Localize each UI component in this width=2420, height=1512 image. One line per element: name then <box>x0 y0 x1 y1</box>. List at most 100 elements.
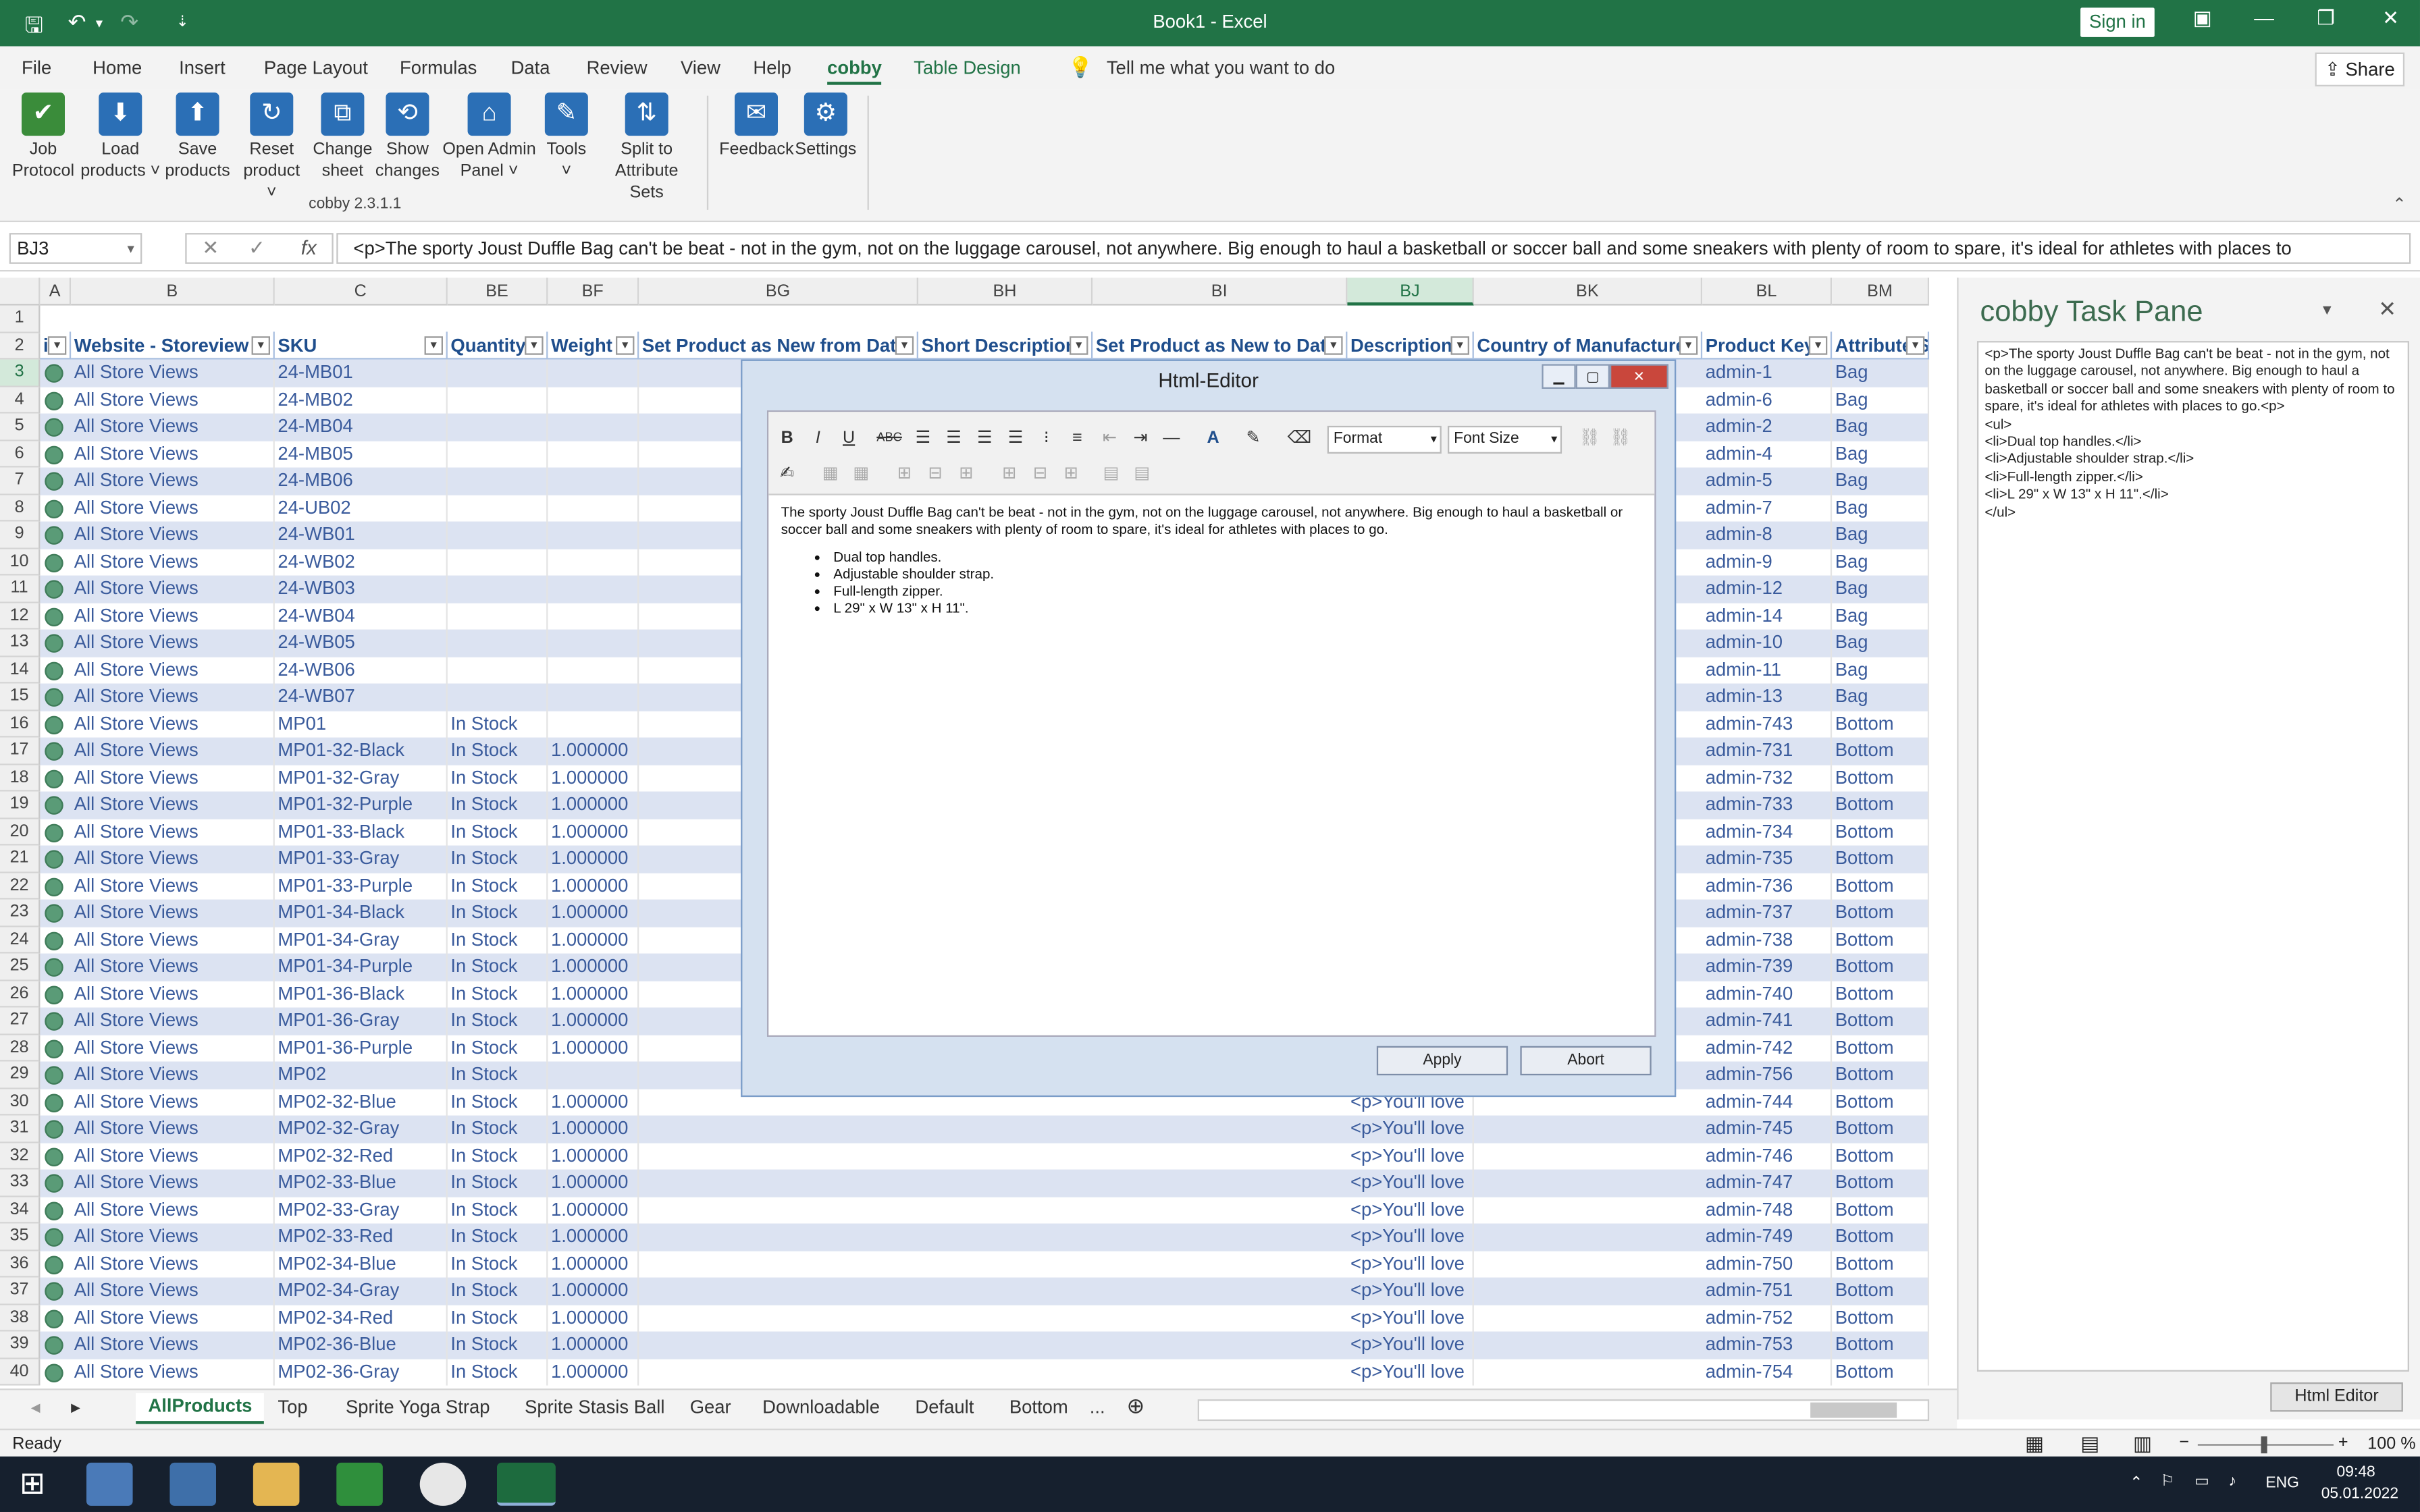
cell-attr[interactable]: Bag <box>1832 656 1930 684</box>
tray-expand-icon[interactable]: ⌃ <box>2130 1475 2142 1492</box>
save-products-button[interactable]: ⬆ Save products <box>162 92 233 182</box>
cell-attr[interactable]: Bottom <box>1832 845 1930 873</box>
cell-store[interactable]: All Store Views <box>71 1034 275 1062</box>
cell-weight[interactable] <box>548 602 639 630</box>
status-dot-icon[interactable] <box>45 553 63 572</box>
cell-qty[interactable] <box>448 467 548 495</box>
cell-weight[interactable]: 1.000000 <box>548 1331 639 1359</box>
cell-sku[interactable]: MP01-34-Black <box>275 899 448 927</box>
cell-attr[interactable]: Bottom <box>1832 899 1930 927</box>
cell-weight[interactable]: 1.000000 <box>548 1250 639 1278</box>
row-header[interactable]: 14 <box>0 656 41 684</box>
cell-attr[interactable]: Bag <box>1832 386 1930 414</box>
cell-attr[interactable]: Bag <box>1832 629 1930 657</box>
cell-store[interactable]: All Store Views <box>71 602 275 630</box>
cell-sku[interactable]: 24-WB01 <box>275 521 448 549</box>
cell-qty[interactable]: In Stock <box>448 1115 548 1143</box>
clock-time[interactable]: 09:48 <box>2337 1464 2375 1481</box>
status-dot-icon[interactable] <box>45 1039 63 1058</box>
cell-weight[interactable]: 1.000000 <box>548 1169 639 1197</box>
status-dot-icon[interactable] <box>45 904 63 923</box>
row-header[interactable]: 9 <box>0 521 41 549</box>
row-header[interactable]: 39 <box>0 1331 41 1359</box>
cell-store[interactable]: All Store Views <box>71 1304 275 1332</box>
cell-weight[interactable]: 1.000000 <box>548 1277 639 1305</box>
status-dot-icon[interactable] <box>45 742 63 761</box>
cell-sku[interactable]: MP01-36-Black <box>275 980 448 1008</box>
sheet-tab-allproducts[interactable]: AllProducts <box>136 1393 265 1424</box>
cell-weight[interactable] <box>548 440 639 468</box>
table-header-cell[interactable]: Product Key ▾ <box>1702 331 1833 360</box>
cell-store[interactable]: All Store Views <box>71 1169 275 1197</box>
cell-sku[interactable]: MP01-33-Gray <box>275 845 448 873</box>
cell-qty[interactable] <box>448 440 548 468</box>
collapse-ribbon-icon[interactable]: ⌃ <box>2392 194 2406 214</box>
cell-store[interactable]: All Store Views <box>71 575 275 603</box>
horizontal-scrollbar[interactable] <box>1197 1399 1930 1422</box>
cell-store[interactable]: All Store Views <box>71 359 275 387</box>
tools-button[interactable]: ✎ Tools ˅ <box>537 92 596 182</box>
cell-sku[interactable]: 24-WB03 <box>275 575 448 603</box>
split-attribute-sets-button[interactable]: ⇅ Split to Attribute Sets <box>602 92 691 204</box>
cell-weight[interactable] <box>548 710 639 738</box>
filter-dropdown-icon[interactable]: ▾ <box>1069 336 1088 355</box>
tab-formulas[interactable]: Formulas <box>400 57 477 79</box>
status-dot-icon[interactable] <box>45 688 63 707</box>
cell-weight[interactable] <box>548 521 639 549</box>
cell-sku[interactable]: MP02-32-Blue <box>275 1088 448 1116</box>
tab-cobby[interactable]: cobby <box>827 57 882 85</box>
cell-weight[interactable] <box>548 494 639 522</box>
cell-sku[interactable]: 24-MB05 <box>275 440 448 468</box>
cell-attr[interactable]: Bag <box>1832 413 1930 441</box>
cell-qty[interactable]: In Stock <box>448 1304 548 1332</box>
cell-key[interactable]: admin-734 <box>1702 818 1833 846</box>
font-color-icon[interactable]: A <box>1201 426 1226 451</box>
cell-qty[interactable] <box>448 548 548 576</box>
status-dot-icon[interactable] <box>45 526 63 545</box>
file-explorer-icon[interactable] <box>253 1462 300 1506</box>
cell-qty[interactable]: In Stock <box>448 764 548 792</box>
cell-sku[interactable]: 24-WB04 <box>275 602 448 630</box>
status-dot-icon[interactable] <box>45 607 63 626</box>
cell-store[interactable]: All Store Views <box>71 656 275 684</box>
filter-dropdown-icon[interactable]: ▾ <box>525 336 544 355</box>
cell-weight[interactable]: 1.000000 <box>548 872 639 900</box>
sheet-tab-sprite-yoga-strap[interactable]: Sprite Yoga Strap <box>346 1397 490 1418</box>
row-header[interactable]: 13 <box>0 629 41 657</box>
format-select[interactable]: Format ▾ <box>1327 425 1442 454</box>
cell-key[interactable]: admin-753 <box>1702 1331 1833 1359</box>
column-header-bm[interactable]: BM <box>1832 277 1930 306</box>
cell-key[interactable]: admin-737 <box>1702 899 1833 927</box>
cell-attr[interactable]: Bag <box>1832 494 1930 522</box>
cell-qty[interactable]: In Stock <box>448 953 548 981</box>
cell-qty[interactable]: In Stock <box>448 1142 548 1170</box>
zoom-slider-thumb[interactable] <box>2261 1436 2267 1454</box>
column-header-bi[interactable]: BI <box>1093 277 1348 306</box>
cell-store[interactable]: All Store Views <box>71 548 275 576</box>
cell-store[interactable]: All Store Views <box>71 1331 275 1359</box>
zoom-in-icon[interactable]: + <box>2338 1433 2348 1451</box>
pane-close-icon[interactable]: ✕ <box>2378 296 2396 323</box>
row-header[interactable]: 32 <box>0 1142 41 1170</box>
select-all-corner[interactable] <box>0 277 41 306</box>
cell-attr[interactable]: Bottom <box>1832 1196 1930 1224</box>
cell-weight[interactable] <box>548 1061 639 1089</box>
minimize-button[interactable]: — <box>2241 6 2288 29</box>
cell-qty[interactable]: In Stock <box>448 710 548 738</box>
cell-qty[interactable] <box>448 359 548 387</box>
html-editor-button[interactable]: Html Editor <box>2270 1382 2403 1412</box>
network-icon[interactable]: ⚐ <box>2161 1474 2174 1490</box>
row-header[interactable]: 18 <box>0 764 41 792</box>
cell-qty[interactable]: In Stock <box>448 818 548 846</box>
table-header-cell[interactable]: Set Product as New to Date ▾ <box>1093 331 1348 360</box>
filter-dropdown-icon[interactable]: ▾ <box>251 336 270 355</box>
cell-sku[interactable]: MP01-36-Purple <box>275 1034 448 1062</box>
status-dot-icon[interactable] <box>45 1255 63 1274</box>
page-layout-icon[interactable]: ▤ <box>2080 1432 2099 1457</box>
cell-key[interactable]: admin-744 <box>1702 1088 1833 1116</box>
function-icon[interactable]: fx <box>301 236 317 259</box>
bulleted-list-icon[interactable]: ⁝ <box>1034 426 1059 451</box>
cell-key[interactable]: admin-733 <box>1702 791 1833 819</box>
cell-qty[interactable]: In Stock <box>448 845 548 873</box>
column-header-bf[interactable]: BF <box>548 277 639 306</box>
